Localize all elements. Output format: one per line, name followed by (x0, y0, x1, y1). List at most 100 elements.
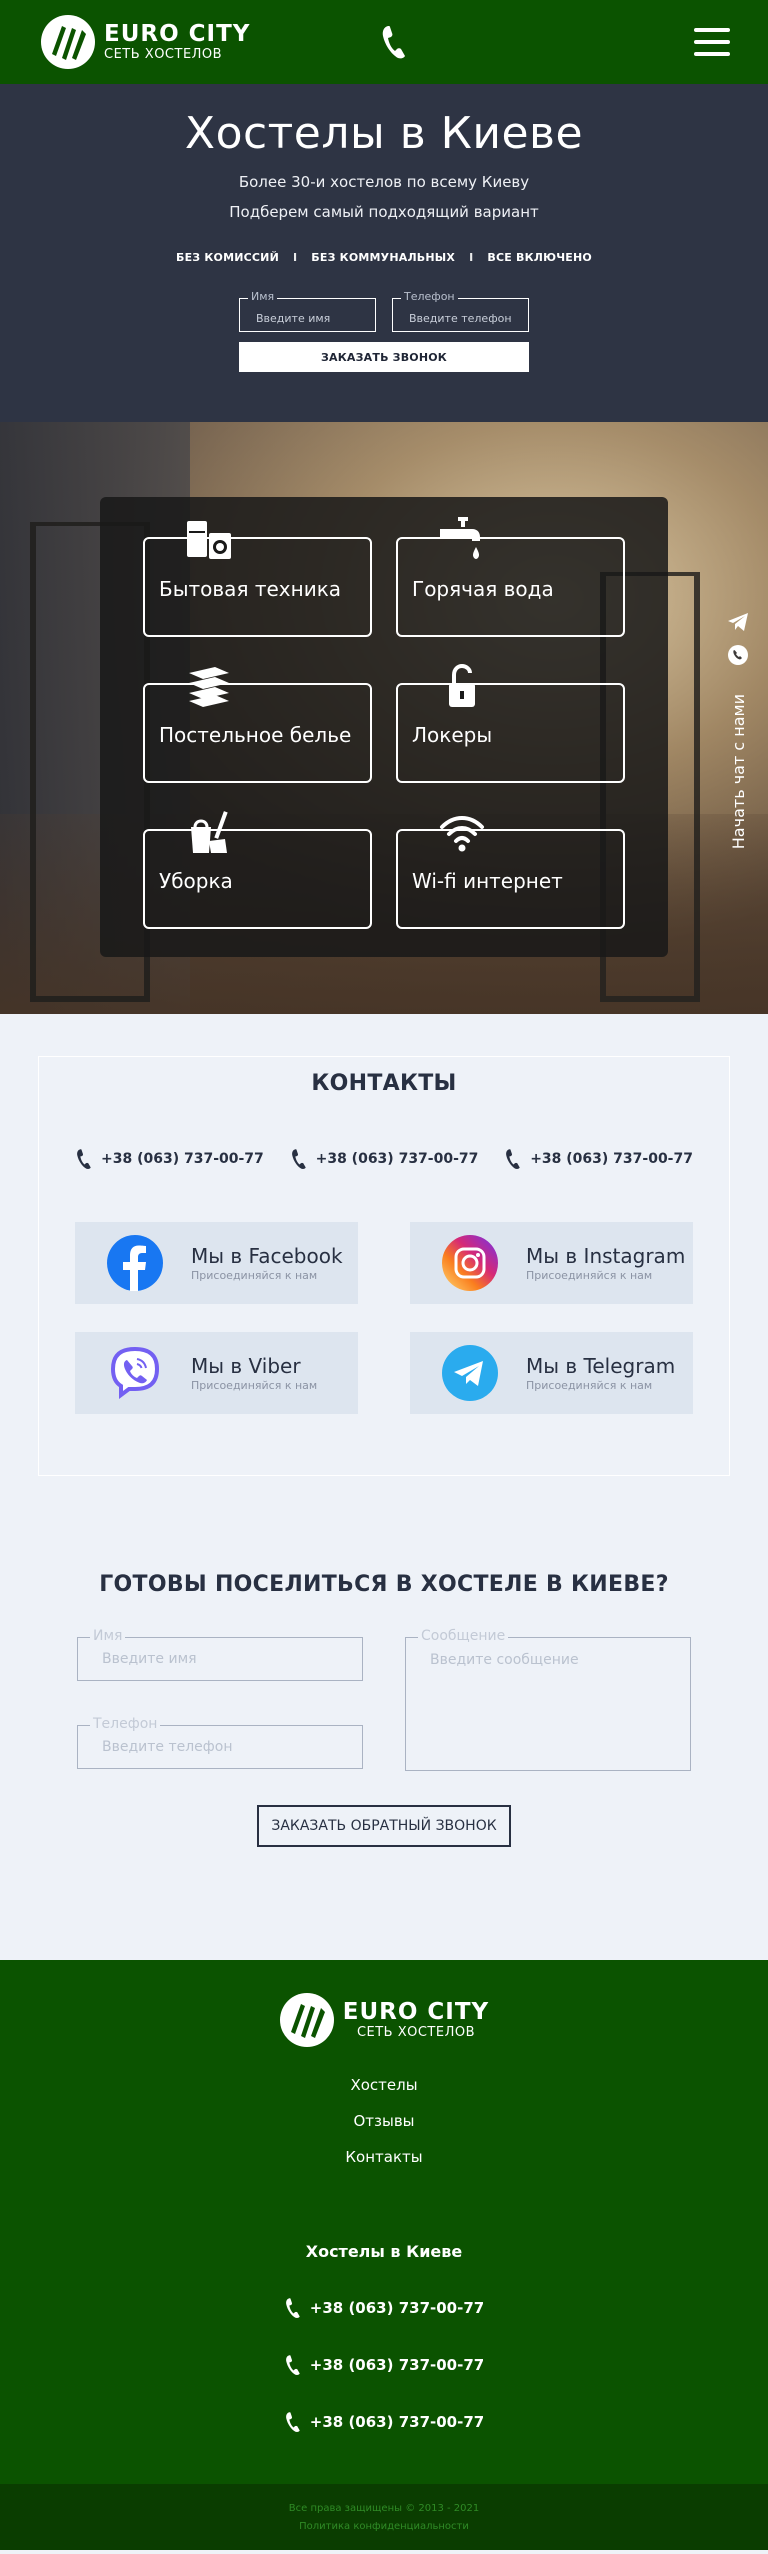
lock-icon (449, 663, 475, 707)
chat-widget[interactable]: Начать чат с нами (718, 612, 758, 849)
contact-phone-number: +38 (063) 737-00-77 (530, 1151, 693, 1167)
contact-phone-link[interactable]: +38 (063) 737-00-77 (75, 1148, 264, 1170)
social-name: Мы в Telegram (526, 1354, 676, 1378)
hero-phone-field: Телефон (392, 290, 529, 332)
hero-title: Хостелы в Киеве (184, 108, 584, 159)
callback-name-label: Имя (90, 1628, 126, 1644)
linen-icon (189, 667, 229, 707)
hero-line-2: Подберем самый подходящий вариант (229, 203, 539, 221)
social-links: Мы в Facebook Присоединяйся к нам Мы в I… (39, 1222, 729, 1414)
footer-city-title: Хостелы в Киеве (305, 2242, 463, 2261)
brand-subtitle: СЕТЬ ХОСТЕЛОВ (104, 47, 223, 62)
logo-mark-icon (279, 1993, 334, 2047)
hero-phone-input[interactable] (393, 299, 528, 331)
instagram-icon (442, 1235, 498, 1291)
hero-name-field: Имя (239, 290, 376, 332)
social-name: Мы в Viber (191, 1354, 301, 1378)
privacy-policy-link[interactable]: Политика конфиденциальности (299, 2521, 469, 2532)
amenity-card: Wi-fi интернет (396, 816, 625, 929)
site-header: EURO CITY СЕТЬ ХОСТЕЛОВ (0, 0, 768, 84)
hero-name-input[interactable] (240, 299, 375, 331)
phone-icon (285, 2298, 300, 2319)
feature-separator: I (469, 251, 474, 264)
amenities-panel: Бытовая техника Горячая вода Постельное … (100, 497, 668, 957)
phone-icon (285, 2412, 300, 2433)
brand-title: EURO CITY (104, 21, 251, 47)
callback-message-input[interactable] (406, 1638, 690, 1770)
feature-separator: I (293, 251, 298, 264)
wifi-icon (440, 816, 484, 852)
cleaning-icon (191, 811, 228, 853)
faucet-icon (440, 517, 480, 559)
viber-icon (110, 1346, 160, 1399)
feature-item: БЕЗ КОММУНАЛЬНЫХ (311, 251, 456, 264)
logo-text: EURO CITY СЕТЬ ХОСТЕЛОВ (104, 21, 251, 62)
hero-phone-label: Телефон (401, 290, 458, 303)
footer-logo[interactable]: EURO CITY СЕТЬ ХОСТЕЛОВ (0, 1992, 768, 2048)
footer-phone-link[interactable]: +38 (063) 737-00-77 (284, 2297, 484, 2319)
social-card-facebook[interactable]: Мы в Facebook Присоединяйся к нам (75, 1222, 358, 1304)
social-card-telegram[interactable]: Мы в Telegram Присоединяйся к нам (410, 1332, 693, 1414)
hero-section: Хостелы в Киеве Более 30-и хостелов по в… (0, 84, 768, 422)
facebook-icon (107, 1235, 163, 1291)
copyright-text: Все права защищены © 2013 - 2021 (288, 2503, 480, 2514)
callback-name-field: Имя (77, 1628, 363, 1681)
order-callback-button[interactable]: ЗАКАЗАТЬ ОБРАТНЫЙ ЗВОНОК (257, 1805, 511, 1847)
footer-phone-number: +38 (063) 737-00-77 (309, 2356, 485, 2374)
amenity-label: Wi-fi интернет (412, 869, 563, 893)
order-call-button[interactable]: ЗАКАЗАТЬ ЗВОНОК (239, 342, 529, 372)
page: EURO CITY СЕТЬ ХОСТЕЛОВ Хостелы в Киеве … (0, 0, 768, 2554)
telegram-icon (442, 1345, 498, 1401)
footer-phone-link[interactable]: +38 (063) 737-00-77 (284, 2411, 484, 2433)
callback-phone-field: Телефон (77, 1716, 363, 1769)
contacts-phones: +38 (063) 737-00-77 +38 (063) 737-00-77 … (39, 1148, 729, 1170)
amenity-card: Горячая вода (396, 517, 625, 637)
hero-name-label: Имя (248, 290, 278, 303)
footer-nav-contacts[interactable]: Контакты (0, 2148, 768, 2166)
contact-phone-number: +38 (063) 737-00-77 (315, 1151, 479, 1167)
footer-nav-reviews[interactable]: Отзывы (0, 2112, 768, 2130)
phone-icon (77, 1149, 91, 1170)
phone-icon[interactable] (380, 24, 408, 60)
chat-label[interactable]: Начать чат с нами (729, 694, 748, 849)
footer-phone-number: +38 (063) 737-00-77 (309, 2299, 485, 2317)
social-card-instagram[interactable]: Мы в Instagram Присоединяйся к нам (410, 1222, 693, 1304)
callback-form: Имя Телефон Сообщение (77, 1628, 691, 1815)
amenity-card: Бытовая техника (143, 521, 372, 637)
amenity-label: Бытовая техника (159, 577, 342, 601)
contact-phone-link[interactable]: +38 (063) 737-00-77 (504, 1148, 693, 1170)
amenity-card: Локеры (396, 663, 625, 783)
telegram-icon[interactable] (727, 612, 749, 632)
footer-phone-link[interactable]: +38 (063) 737-00-77 (284, 2354, 484, 2376)
callback-name-input[interactable] (78, 1638, 362, 1680)
footer-phone-number: +38 (063) 737-00-77 (309, 2413, 485, 2431)
contacts-section: КОНТАКТЫ +38 (063) 737-00-77 +38 (063) 7… (0, 1014, 768, 1476)
feature-item: БЕЗ КОМИССИЙ (176, 251, 279, 264)
amenity-label: Горячая вода (412, 577, 554, 601)
social-name: Мы в Facebook (191, 1244, 343, 1268)
brand-title: EURO CITY (342, 1999, 490, 2025)
logo[interactable]: EURO CITY СЕТЬ ХОСТЕЛОВ (40, 14, 250, 70)
logo-mark-icon (41, 15, 95, 69)
menu-icon[interactable] (694, 28, 730, 56)
callback-phone-input[interactable] (78, 1726, 362, 1768)
social-name: Мы в Instagram (526, 1244, 686, 1268)
phone-icon (291, 1149, 306, 1170)
amenity-label: Локеры (412, 723, 493, 747)
contacts-card: КОНТАКТЫ +38 (063) 737-00-77 +38 (063) 7… (38, 1056, 730, 1476)
social-subtitle: Присоединяйся к нам (191, 1269, 318, 1282)
social-card-viber[interactable]: Мы в Viber Присоединяйся к нам (75, 1332, 358, 1414)
amenity-card: Уборка (143, 811, 372, 929)
viber-icon[interactable] (727, 644, 749, 666)
phone-icon (506, 1149, 520, 1170)
social-subtitle: Присоединяйся к нам (191, 1379, 318, 1392)
callback-phone-label: Телефон (90, 1716, 161, 1732)
contact-phone-link[interactable]: +38 (063) 737-00-77 (290, 1148, 479, 1170)
amenity-card: Постельное белье (143, 667, 372, 783)
footer-nav-hostels[interactable]: Хостелы (0, 2076, 768, 2094)
features-list: БЕЗ КОМИССИЙ I БЕЗ КОММУНАЛЬНЫХ I ВСЕ ВК… (0, 251, 768, 264)
appliances-icon (187, 521, 231, 559)
footer-phones: +38 (063) 737-00-77 +38 (063) 737-00-77 … (0, 2297, 768, 2433)
contact-phone-number: +38 (063) 737-00-77 (101, 1151, 264, 1167)
copyright-bar: Все права защищены © 2013 - 2021 Политик… (0, 2484, 768, 2550)
